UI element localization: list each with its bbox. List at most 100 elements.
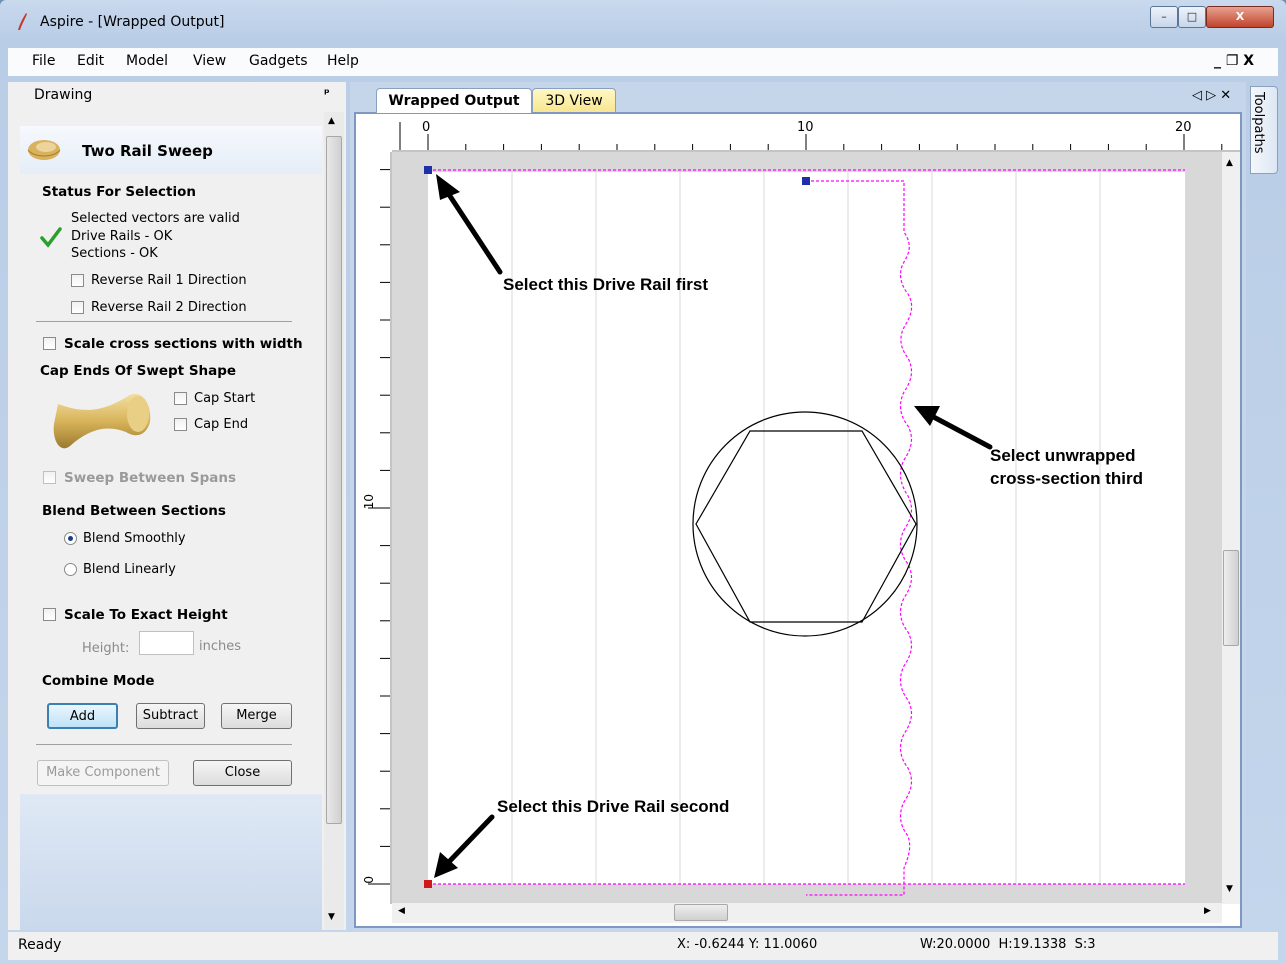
merge-button[interactable]: Merge <box>221 703 292 729</box>
blend-smooth-label: Blend Smoothly <box>83 531 186 546</box>
scroll-down-icon[interactable]: ▼ <box>1226 884 1233 894</box>
arrow-rail2 <box>441 814 495 870</box>
panel-scroll-thumb[interactable] <box>326 136 342 824</box>
status-line: Sections - OK <box>71 246 158 261</box>
reverse-rail1-checkbox[interactable] <box>71 274 84 287</box>
title-bar: Aspire - [Wrapped Output] – □ X <box>0 0 1286 44</box>
ruler-label: 20 <box>1175 120 1192 135</box>
sweep-between-label: Sweep Between Spans <box>64 470 237 486</box>
circle-vector[interactable] <box>692 411 918 637</box>
annotation-section-line1: Select unwrapped <box>990 446 1136 465</box>
ruler-corner <box>358 116 392 152</box>
cap-shape-image <box>53 393 151 449</box>
menu-file[interactable]: File <box>32 53 55 69</box>
cap-end-checkbox[interactable] <box>174 418 187 431</box>
horizontal-ruler: 0 10 20 <box>392 116 1240 152</box>
reverse-rail2-label: Reverse Rail 2 Direction <box>91 300 247 315</box>
rail2-start-node[interactable] <box>424 880 432 888</box>
scale-height-label: Scale To Exact Height <box>64 607 228 623</box>
sweep-between-checkbox[interactable] <box>43 471 56 484</box>
ruler-label: 10 <box>797 120 814 135</box>
panel-scrollbar[interactable]: ▲ ▼ <box>324 112 344 930</box>
tab-3d-view[interactable]: 3D View <box>532 88 616 113</box>
toolpaths-tab-label: Toolpaths <box>1251 92 1266 154</box>
status-text: Ready <box>18 937 62 953</box>
annotation-rail2: Select this Drive Rail second <box>497 797 730 816</box>
ruler-label: 0 <box>362 876 376 884</box>
close-window-button[interactable]: X <box>1206 6 1274 28</box>
combine-heading: Combine Mode <box>42 673 155 689</box>
subtract-button[interactable]: Subtract <box>136 703 205 729</box>
blend-linear-label: Blend Linearly <box>83 562 176 577</box>
view-hscroll-thumb[interactable] <box>674 904 728 921</box>
menu-edit[interactable]: Edit <box>77 53 104 69</box>
blend-linear-radio[interactable] <box>64 563 77 576</box>
blend-heading: Blend Between Sections <box>42 503 226 519</box>
window-title: Aspire - [Wrapped Output] <box>40 14 225 30</box>
ruler-ticks <box>392 122 1240 152</box>
divider <box>36 321 292 322</box>
ruler-label: 0 <box>422 120 431 135</box>
scroll-up-icon[interactable]: ▲ <box>1226 158 1233 168</box>
reverse-rail2-checkbox[interactable] <box>71 301 84 314</box>
minimize-button[interactable]: – <box>1150 6 1178 28</box>
scroll-up-icon[interactable]: ▲ <box>328 116 335 126</box>
cap-start-checkbox[interactable] <box>174 392 187 405</box>
menu-help[interactable]: Help <box>327 53 359 69</box>
divider <box>36 744 292 745</box>
annotation-section-line2: cross-section third <box>990 469 1144 488</box>
checkmark-icon <box>40 227 62 248</box>
doc-nav-controls[interactable]: ◁ ▷ ✕ <box>1192 88 1231 103</box>
maximize-button[interactable]: □ <box>1178 6 1206 28</box>
arrow-section <box>925 411 993 450</box>
dock-title: Drawing <box>34 87 93 103</box>
rail1-start-node[interactable] <box>424 166 432 174</box>
make-component-button[interactable]: Make Component <box>37 760 169 786</box>
sweep-shape-icon <box>27 140 61 160</box>
panel-dock-header: Drawing ᵖ <box>20 82 340 108</box>
ruler-ticks <box>368 152 392 904</box>
pin-icon[interactable]: ᵖ <box>324 86 330 100</box>
scale-cross-label: Scale cross sections with width <box>64 336 303 352</box>
status-line: Drive Rails - OK <box>71 229 173 244</box>
scroll-right-icon[interactable]: ▶ <box>1204 906 1211 916</box>
panel-empty-area <box>20 794 322 930</box>
height-input[interactable] <box>139 631 194 655</box>
scroll-down-icon[interactable]: ▼ <box>328 912 335 922</box>
height-label: Height: <box>82 641 130 656</box>
blend-smooth-radio[interactable] <box>64 532 77 545</box>
cursor-coordinates: X: -0.6244 Y: 11.0060 <box>677 937 818 952</box>
cap-start-label: Cap Start <box>194 391 256 406</box>
cap-end-label: Cap End <box>194 417 249 432</box>
scale-height-checkbox[interactable] <box>43 608 56 621</box>
view-horizontal-scrollbar[interactable]: ◀ ▶ <box>392 903 1222 923</box>
arrow-rail1 <box>443 187 503 275</box>
hexagon-vector[interactable] <box>695 430 917 623</box>
vertical-ruler: 10 0 <box>358 152 392 904</box>
menu-gadgets[interactable]: Gadgets <box>249 53 308 69</box>
panel-body <box>20 126 322 794</box>
app-icon <box>18 13 27 30</box>
mdi-controls[interactable]: _ ❐ X <box>1214 53 1254 69</box>
scale-cross-checkbox[interactable] <box>43 337 56 350</box>
view-vertical-scrollbar[interactable]: ▲ ▼ <box>1222 152 1240 904</box>
scroll-left-icon[interactable]: ◀ <box>398 906 405 916</box>
menu-model[interactable]: Model <box>126 53 168 69</box>
section-start-node[interactable] <box>802 177 810 185</box>
status-line: Selected vectors are valid <box>71 211 240 226</box>
tool-title: Two Rail Sweep <box>82 142 213 160</box>
height-unit: inches <box>199 639 242 654</box>
selection-dimensions: W:20.0000 H:19.1338 S:3 <box>920 937 1096 952</box>
menu-view[interactable]: View <box>193 53 226 69</box>
tab-wrapped-output[interactable]: Wrapped Output <box>376 88 532 113</box>
status-bar: Ready X: -0.6244 Y: 11.0060 W:20.0000 H:… <box>8 932 1278 960</box>
cross-section-vector[interactable] <box>806 180 913 896</box>
status-heading: Status For Selection <box>42 184 197 200</box>
close-button[interactable]: Close <box>193 760 292 786</box>
drawing-canvas[interactable] <box>392 152 1240 904</box>
add-button[interactable]: Add <box>47 703 118 729</box>
ruler-label: 10 <box>362 494 376 510</box>
view-vscroll-thumb[interactable] <box>1223 550 1239 646</box>
tool-header: Two Rail Sweep <box>20 126 322 174</box>
annotation-rail1: Select this Drive Rail first <box>503 275 709 294</box>
